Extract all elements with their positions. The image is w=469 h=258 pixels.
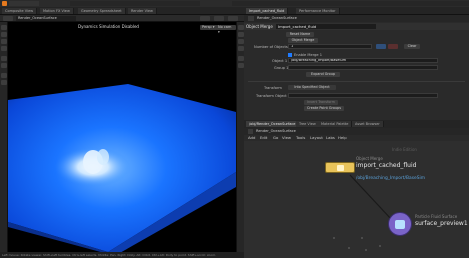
- node-name-field[interactable]: Import_cached_fluid: [276, 24, 376, 29]
- group1-label: Group 1: [274, 66, 289, 70]
- menu-tools[interactable]: Tools: [296, 135, 305, 140]
- enable-merge-label: Enable Merge 1: [294, 53, 323, 57]
- group1-field[interactable]: [288, 65, 438, 70]
- ocean-render: [8, 84, 236, 252]
- viewport-path[interactable]: Render_OceanSurface: [16, 16, 76, 21]
- view-icon[interactable]: [3, 16, 13, 21]
- main-menu[interactable]: [9, 1, 39, 6]
- node1-name[interactable]: import_cached_fluid: [356, 162, 416, 169]
- display-options-icon[interactable]: [200, 16, 210, 21]
- view-tool-icon[interactable]: [1, 73, 7, 78]
- menu-view[interactable]: View: [282, 135, 291, 140]
- tab-performance-monitor[interactable]: Performance Monitor: [296, 8, 340, 14]
- object1-field[interactable]: /obj/Breaching_Import/BaseSim: [288, 58, 438, 63]
- transform-object-field[interactable]: [288, 93, 438, 98]
- object-merge-node[interactable]: [325, 162, 355, 173]
- clear-button[interactable]: Clear: [404, 44, 420, 49]
- add-object-button[interactable]: [376, 44, 386, 49]
- camera-icon[interactable]: [1, 80, 7, 85]
- node-type-label: Object Merge: [246, 24, 273, 29]
- num-objects-field[interactable]: 1: [288, 44, 372, 49]
- scene-viewport[interactable]: Persp ▾ No cam ▾: [8, 22, 236, 252]
- menu-edit[interactable]: Edit: [260, 135, 267, 140]
- right-tool-column: [236, 22, 244, 258]
- enable-merge-checkbox[interactable]: [288, 53, 292, 57]
- desktop-tab-row: Composite View Motion FX View Geometry S…: [0, 7, 469, 15]
- fluid-surface-icon: [395, 220, 405, 229]
- status-bar: Left mouse: Rotate viewer. Shift+left tu…: [0, 252, 244, 258]
- viewport-toolbar: Render_OceanSurface: [0, 15, 244, 22]
- menu-labs[interactable]: Labs: [326, 135, 335, 140]
- tab-tree-view[interactable]: Tree View: [296, 121, 320, 127]
- num-objects-label: Number of Objects: [254, 45, 288, 49]
- context-watermark: Indie Edition: [392, 147, 417, 152]
- network-top: Render_OceanSurface Add Edit Go View Too…: [244, 128, 469, 141]
- network-menu-bar: Add Edit Go View Tools Layout Labs Help: [244, 135, 469, 141]
- expand-group-button[interactable]: Expand Group: [306, 72, 340, 77]
- persp-menu[interactable]: Persp ▾: [200, 25, 217, 30]
- pin-icon[interactable]: [228, 16, 238, 21]
- object-merge-button[interactable]: Object Merge: [288, 38, 318, 43]
- handle-icon[interactable]: [1, 56, 7, 61]
- menu-layout[interactable]: Layout: [310, 135, 323, 140]
- transform-label: Transform: [264, 86, 282, 90]
- invert-transform-button[interactable]: Invert Transform: [304, 100, 338, 105]
- tab-material-palette[interactable]: Material Palette: [318, 121, 353, 127]
- back-icon[interactable]: [248, 16, 254, 21]
- transform-dropdown[interactable]: Into Specified Object: [288, 85, 336, 90]
- param-path[interactable]: Render_OceanSurface: [257, 16, 297, 20]
- reset-name-button[interactable]: Reset Name: [286, 32, 314, 37]
- tab-render-view[interactable]: Render View: [128, 8, 157, 14]
- tab-network-path[interactable]: /obj/Render_OceanSurface: [246, 121, 300, 127]
- node2-name[interactable]: surface_preview1: [415, 220, 468, 227]
- network-path-bar: Render_OceanSurface: [244, 128, 469, 135]
- node1-path: /obj/Breaching_Import/BaseSim: [356, 176, 425, 181]
- scale-icon[interactable]: [1, 46, 7, 51]
- shelf-strip[interactable]: [70, 1, 200, 6]
- select-icon[interactable]: [1, 25, 7, 30]
- tab-asset-browser[interactable]: Asset Browser: [352, 121, 384, 127]
- object1-label: Object 1: [272, 59, 288, 63]
- transform-object-label: Transform Object: [256, 94, 287, 98]
- node2-type: Particle Fluid Surface: [415, 214, 458, 219]
- nav-back-icon[interactable]: [248, 129, 253, 134]
- tab-import-cached-fluid[interactable]: Import_cached_fluid: [246, 8, 289, 14]
- app-logo: [2, 1, 7, 6]
- viewport-header-text: Dynamics Simulation Disabled: [78, 24, 139, 29]
- param-header: Object Merge Import_cached_fluid: [244, 23, 469, 30]
- menu-go[interactable]: Go: [273, 135, 278, 140]
- camera-menu[interactable]: No cam ▾: [216, 25, 236, 34]
- tab-motion-fx-view[interactable]: Motion FX View: [40, 8, 74, 14]
- rotate-icon[interactable]: [1, 39, 7, 44]
- param-divider: [248, 81, 465, 82]
- top-bar: [0, 0, 469, 7]
- particle-fluid-surface-node[interactable]: [388, 212, 412, 236]
- merge-icon: [337, 165, 344, 171]
- param-path-bar: Render_OceanSurface: [244, 15, 469, 22]
- pose-icon[interactable]: [1, 63, 7, 68]
- remove-object-button[interactable]: [388, 44, 398, 49]
- menu-add[interactable]: Add: [248, 135, 255, 140]
- network-path[interactable]: Render_OceanSurface: [256, 129, 296, 133]
- network-tab-row: /obj/Render_OceanSurface Tree View Mater…: [244, 120, 469, 128]
- move-icon[interactable]: [1, 32, 7, 37]
- create-point-groups-button[interactable]: Create Point Groups: [304, 106, 344, 111]
- tab-geometry-spreadsheet[interactable]: Geometry Spreadsheet: [78, 8, 126, 14]
- snapshot-icon[interactable]: [214, 16, 224, 21]
- node1-type: Object Merge: [356, 156, 383, 161]
- left-tool-column: [0, 22, 8, 258]
- menu-help[interactable]: Help: [338, 135, 347, 140]
- parameter-panel: Render_OceanSurface Object Merge Import_…: [244, 15, 469, 120]
- tab-composite-view[interactable]: Composite View: [2, 8, 38, 14]
- shelf-tools[interactable]: [232, 1, 469, 6]
